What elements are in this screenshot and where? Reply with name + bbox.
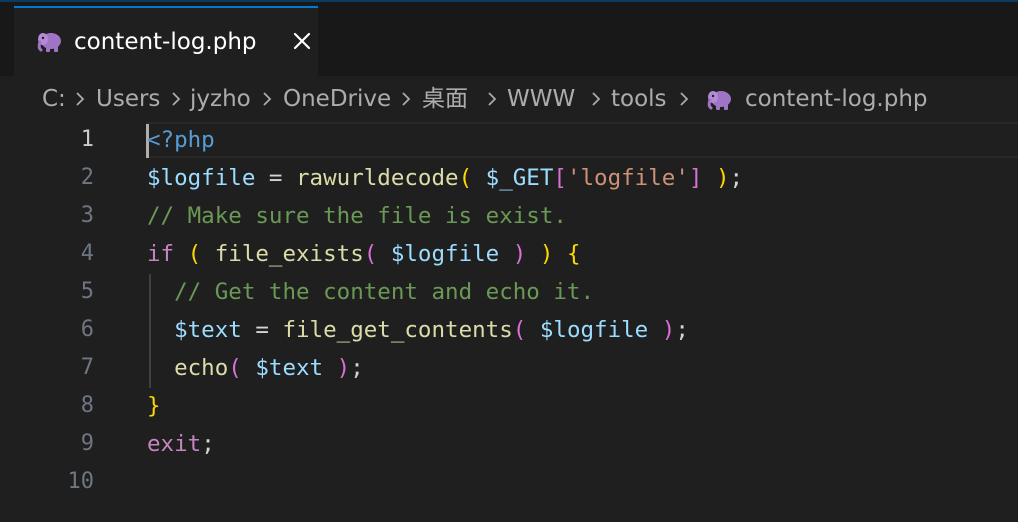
tab-label: content-log.php xyxy=(74,29,257,55)
code-token: $text xyxy=(255,355,324,381)
php-elephant-icon xyxy=(707,91,731,110)
code-text: } xyxy=(147,387,161,425)
code-token: ( xyxy=(228,355,256,381)
chevron-right-icon xyxy=(402,92,411,106)
chevron-right-icon xyxy=(76,92,85,106)
code-token: ) xyxy=(323,355,351,381)
code-token: echo xyxy=(174,355,229,381)
tab-content-log[interactable]: content-log.php xyxy=(14,6,318,76)
code-token: ( xyxy=(458,165,486,191)
close-icon[interactable] xyxy=(291,30,313,52)
line-number: 10 xyxy=(67,469,95,494)
breadcrumb-item-users[interactable]: Users xyxy=(96,84,160,114)
code-line[interactable]: 4 if ( file_exists( $logfile ) ) { xyxy=(0,235,1018,273)
line-number: 9 xyxy=(80,431,94,456)
breadcrumb-item-onedrive[interactable]: OneDrive xyxy=(283,84,391,114)
code-token: ; xyxy=(729,165,744,191)
code-token: = xyxy=(241,317,283,343)
code-token: ; xyxy=(675,317,689,343)
code-line[interactable]: 7 echo( $text ); xyxy=(0,349,1018,387)
code-token: $text xyxy=(174,317,242,343)
code-token: ( xyxy=(187,241,202,267)
chevron-right-icon xyxy=(488,92,497,106)
code-line[interactable]: 10 xyxy=(0,463,1018,501)
code-token: ) xyxy=(499,241,527,267)
breadcrumb-item-desktop[interactable]: 桌面 xyxy=(422,84,468,114)
code-text: if ( file_exists( $logfile ) ) { xyxy=(147,235,581,273)
line-number: 6 xyxy=(80,317,94,342)
code-line[interactable]: 6 $text = file_get_contents( $logfile ); xyxy=(0,311,1018,349)
code-text: echo( $text ); xyxy=(147,349,364,387)
code-token: ; xyxy=(350,355,364,381)
code-token: ) xyxy=(702,165,730,191)
php-elephant-icon xyxy=(37,33,61,52)
chevron-right-icon xyxy=(263,92,272,106)
code-token: ) xyxy=(539,241,554,267)
code-token: ] xyxy=(688,165,703,191)
title-accent xyxy=(0,0,1018,2)
line-number: 3 xyxy=(80,203,94,228)
code-line[interactable]: 1 <?php xyxy=(0,121,1018,159)
code-token: = xyxy=(255,165,297,191)
editor-window: content-log.php C: Users jyzho OneDrive … xyxy=(0,0,1018,522)
code-token: <?php xyxy=(147,127,215,153)
code-text: $logfile = rawurldecode( $_GET['logfile'… xyxy=(147,159,743,197)
line-number: 2 xyxy=(80,165,94,190)
code-token: file_exists xyxy=(214,241,364,267)
chevron-right-icon xyxy=(680,92,689,106)
code-token: { xyxy=(566,241,581,267)
chevron-right-icon xyxy=(592,92,601,106)
code-text: // Make sure the file is exist. xyxy=(147,197,567,235)
line-number: 8 xyxy=(80,393,94,418)
code-token: if xyxy=(147,241,175,267)
code-text: <?php xyxy=(147,121,215,159)
line-number: 7 xyxy=(80,355,94,380)
code-token: exit xyxy=(147,431,202,457)
breadcrumb: C: Users jyzho OneDrive 桌面 WWW tools con… xyxy=(0,76,1018,122)
breadcrumb-item-www[interactable]: WWW xyxy=(507,84,575,114)
code-token: ( xyxy=(512,317,540,343)
breadcrumb-item-drive[interactable]: C: xyxy=(42,84,66,114)
code-line[interactable]: 9 exit; xyxy=(0,425,1018,463)
code-token: $logfile xyxy=(390,241,500,267)
code-text: exit; xyxy=(147,425,215,463)
code-token: rawurldecode xyxy=(296,165,459,191)
breadcrumb-item-tools[interactable]: tools xyxy=(611,84,667,114)
code-token: $_GET xyxy=(485,165,554,191)
code-token: // Make sure the file is exist. xyxy=(147,203,567,229)
code-editor[interactable]: 1 <?php 2 $logfile = rawurldecode( $_GET['l… xyxy=(0,122,1018,522)
code-line[interactable]: 8} xyxy=(0,387,1018,425)
code-token: ; xyxy=(201,431,215,457)
breadcrumb-item-file[interactable]: content-log.php xyxy=(745,84,928,114)
code-line[interactable]: 3 // Make sure the file is exist. xyxy=(0,197,1018,235)
breadcrumb-item-jyzho[interactable]: jyzho xyxy=(190,84,251,114)
line-number: 1 xyxy=(80,127,94,152)
code-token: // Get the content and echo it. xyxy=(174,279,595,305)
line-number: 5 xyxy=(80,279,94,304)
code-token: [ xyxy=(553,165,567,191)
code-line[interactable]: 2 $logfile = rawurldecode( $_GET['logfile… xyxy=(0,159,1018,197)
line-number: 4 xyxy=(80,241,94,266)
code-token: 'logfile' xyxy=(566,165,689,191)
chevron-right-icon xyxy=(172,92,181,106)
tab-bar: content-log.php xyxy=(0,6,1018,76)
code-token: ( xyxy=(363,241,391,267)
code-token: } xyxy=(147,393,161,419)
code-token: $logfile xyxy=(147,165,256,191)
code-token: ) xyxy=(648,317,676,343)
code-token: file_get_contents xyxy=(282,317,513,343)
code-text: $text = file_get_contents( $logfile ); xyxy=(147,311,689,349)
code-line[interactable]: 5 // Get the content and echo it. xyxy=(0,273,1018,311)
code-text: // Get the content and echo it. xyxy=(147,273,594,311)
code-token: $logfile xyxy=(539,317,649,343)
